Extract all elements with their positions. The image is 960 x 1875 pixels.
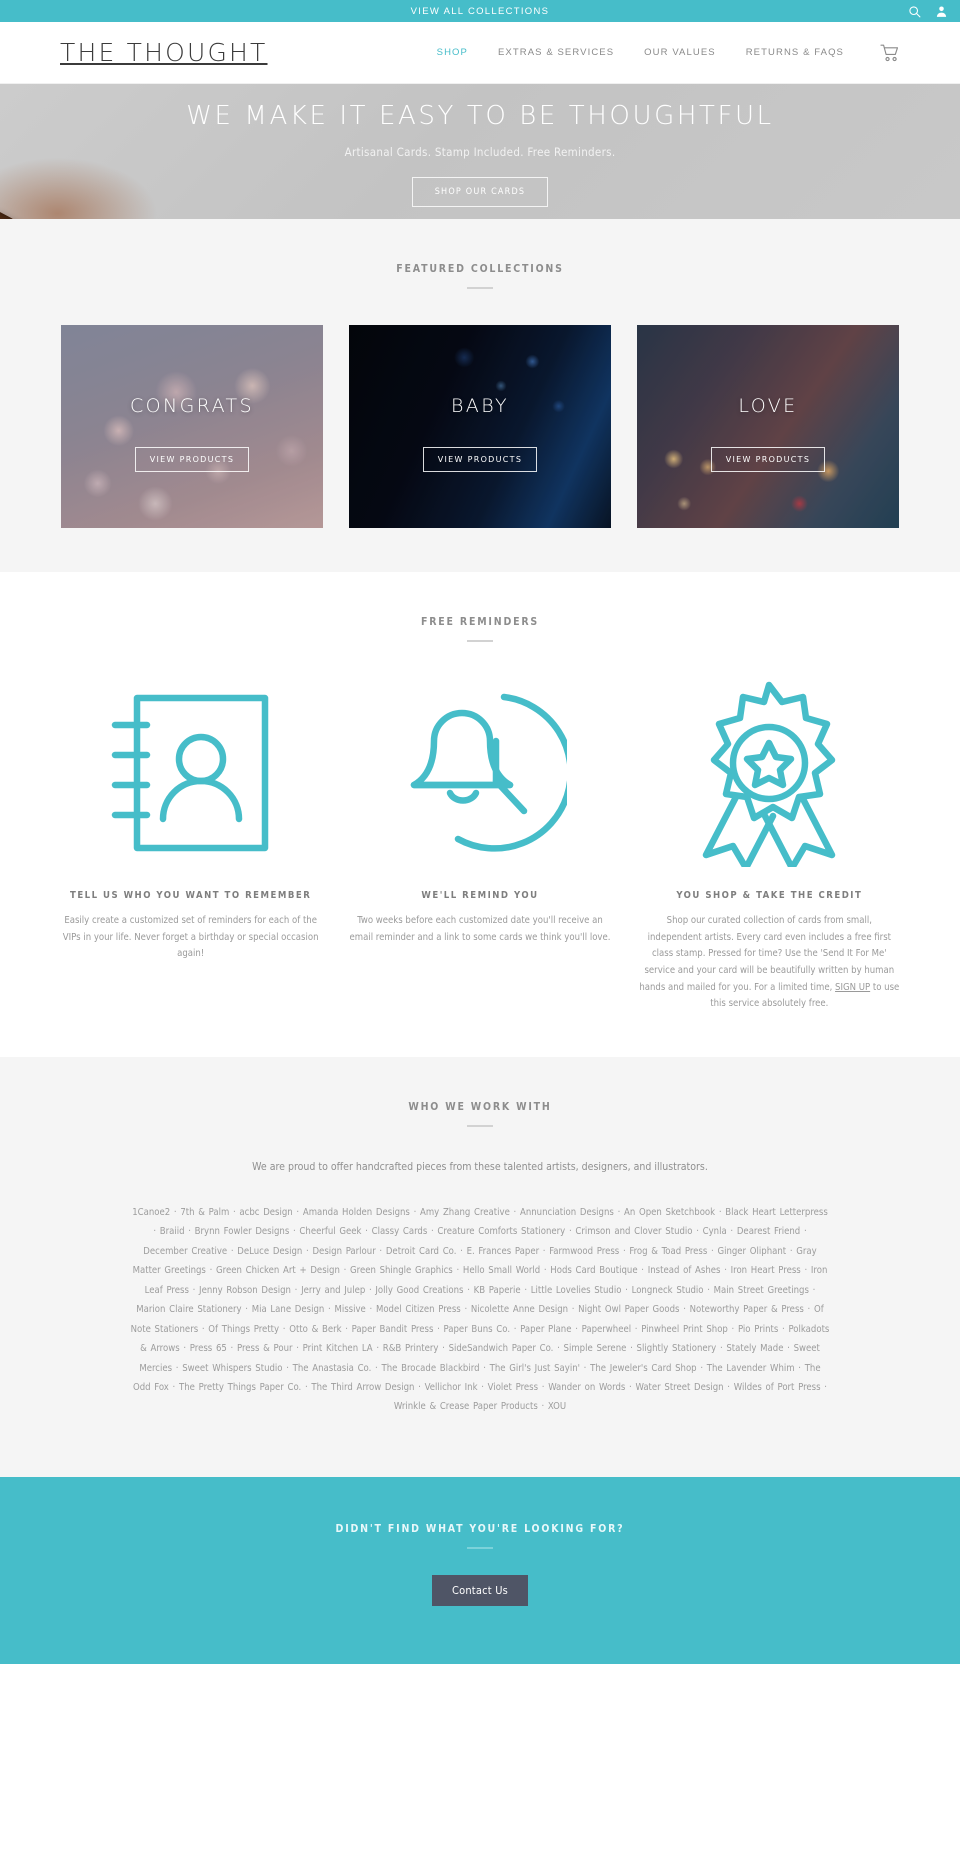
contact-cta-section: DIDN'T FIND WHAT YOU'RE LOOKING FOR? Con…: [0, 1476, 960, 1664]
feature-title: TELL US WHO YOU WANT TO REMEMBER: [70, 890, 312, 901]
nav-item-extras-services[interactable]: EXTRAS & SERVICES: [498, 47, 614, 58]
view-products-button[interactable]: VIEW PRODUCTS: [710, 447, 826, 472]
feature-title: YOU SHOP & TAKE THE CREDIT: [676, 890, 863, 901]
site-header: THE THOUGHT SHOP EXTRAS & SERVICES OUR V…: [0, 22, 960, 84]
collection-name: BABY: [450, 395, 510, 417]
nav-item-shop[interactable]: SHOP: [437, 47, 468, 58]
partners-title: WHO WE WORK WITH: [408, 1100, 552, 1113]
award-ribbon-star-icon: [633, 672, 906, 872]
address-book-contact-icon: [54, 672, 327, 872]
announcement-bar: VIEW ALL COLLECTIONS: [0, 0, 960, 22]
title-divider: [467, 1546, 493, 1549]
view-all-collections-link[interactable]: VIEW ALL COLLECTIONS: [411, 6, 550, 17]
cta-title: DIDN'T FIND WHAT YOU'RE LOOKING FOR?: [335, 1522, 625, 1535]
view-products-button[interactable]: VIEW PRODUCTS: [422, 447, 538, 472]
feature-well-remind-you: WE'LL REMIND YOU Two weeks before each c…: [335, 672, 624, 1013]
nav-item-returns-faqs[interactable]: RETURNS & FAQS: [746, 47, 844, 58]
collections-grid: CONGRATS VIEW PRODUCTS BABY VIEW PRODUCT…: [0, 325, 960, 528]
title-divider: [467, 1124, 493, 1127]
view-products-button[interactable]: VIEW PRODUCTS: [134, 447, 250, 472]
sign-up-link[interactable]: SIGN UP: [835, 982, 870, 993]
feature-title: WE'LL REMIND YOU: [421, 890, 539, 901]
free-reminders-title: FREE REMINDERS: [420, 616, 540, 628]
collection-card-congrats[interactable]: CONGRATS VIEW PRODUCTS: [61, 325, 323, 528]
search-icon[interactable]: [908, 5, 921, 18]
feature-tell-us-who: TELL US WHO YOU WANT TO REMEMBER Easily …: [46, 672, 335, 1013]
feature-you-shop-take-credit: YOU SHOP & TAKE THE CREDIT Shop our cura…: [625, 672, 914, 1013]
user-account-icon[interactable]: [935, 5, 948, 18]
topbar-icon-group: [908, 0, 948, 22]
free-reminders-section: FREE REMINDERS TELL US WHO YOU WANT TO R…: [0, 572, 960, 1057]
featured-collections-title: FEATURED COLLECTIONS: [396, 263, 564, 275]
bell-clock-icon: [343, 672, 616, 872]
feature-body: Easily create a customized set of remind…: [62, 915, 319, 960]
partners-lead-text: We are proud to offer handcrafted pieces…: [252, 1160, 708, 1173]
partners-name-list: 1Canoe2 · 7th & Palm · acbc Design · Ama…: [130, 1206, 830, 1413]
featured-collections-section: FEATURED COLLECTIONS CONGRATS VIEW PRODU…: [0, 219, 960, 572]
partners-section: WHO WE WORK WITH We are proud to offer h…: [0, 1056, 960, 1477]
title-divider: [467, 287, 493, 289]
shopping-cart-icon[interactable]: [880, 44, 900, 62]
feature-body: Two weeks before each customized date yo…: [349, 915, 611, 943]
shop-our-cards-button[interactable]: SHOP OUR CARDS: [411, 176, 549, 207]
title-divider: [467, 640, 493, 642]
nav-item-our-values[interactable]: OUR VALUES: [644, 47, 716, 58]
collection-name: LOVE: [738, 395, 798, 417]
hero-subtitle: Artisanal Cards. Stamp Included. Free Re…: [344, 144, 616, 159]
main-navigation: SHOP EXTRAS & SERVICES OUR VALUES RETURN…: [437, 44, 900, 62]
collection-card-baby[interactable]: BABY VIEW PRODUCTS: [349, 325, 611, 528]
hero-banner: WE MAKE IT EASY TO BE THOUGHTFUL Artisan…: [0, 84, 960, 219]
features-grid: TELL US WHO YOU WANT TO REMEMBER Easily …: [0, 672, 960, 1013]
hero-title: WE MAKE IT EASY TO BE THOUGHTFUL: [186, 100, 774, 131]
collection-card-love[interactable]: LOVE VIEW PRODUCTS: [637, 325, 899, 528]
contact-us-button[interactable]: Contact Us: [431, 1574, 529, 1606]
feature-body: Shop our curated collection of cards fro…: [633, 913, 906, 1013]
site-logo[interactable]: THE THOUGHT: [60, 38, 268, 67]
collection-name: CONGRATS: [130, 395, 254, 417]
